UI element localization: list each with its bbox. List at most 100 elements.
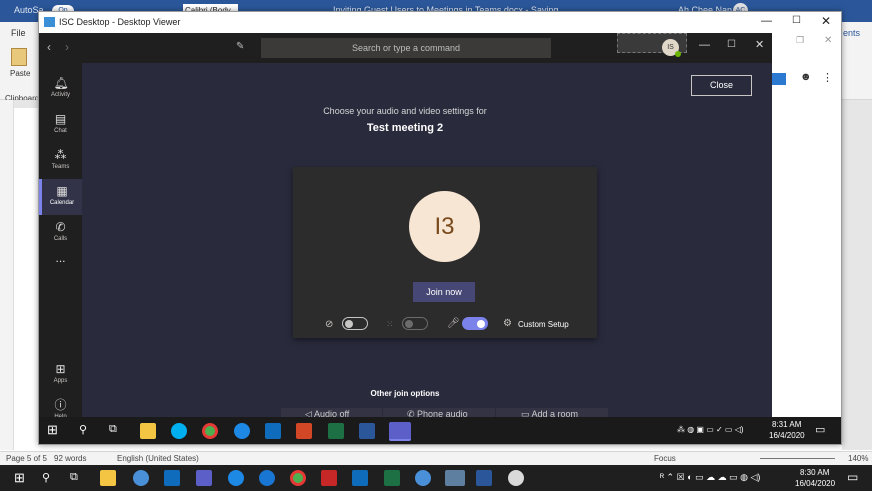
teams-minimize-icon[interactable]: —: [699, 39, 710, 51]
teams-top-bar: ‹ › ✎ Search or type a command IS — ☐ ✕: [39, 33, 841, 63]
app-icon[interactable]: [508, 470, 524, 486]
zoom-slider[interactable]: [760, 458, 835, 459]
search-input[interactable]: Search or type a command: [261, 38, 551, 58]
rail-label: Chat: [54, 128, 67, 134]
rail-activity[interactable]: 🔔︎ Activity: [39, 71, 82, 107]
presence-status-icon: [675, 51, 681, 57]
word-icon[interactable]: [476, 470, 492, 486]
teams-icon[interactable]: [196, 470, 212, 486]
rail-label: Apps: [53, 378, 68, 384]
inner-system-tray-icons[interactable]: ⁂ ◍ ▣ ▭ ✓ ▭ ◁): [677, 425, 744, 434]
skype-icon[interactable]: [171, 423, 187, 439]
teams-maximize-icon[interactable]: ☐: [727, 39, 736, 50]
inner-outlook-icon[interactable]: [265, 423, 281, 439]
inner-teams-icon[interactable]: [389, 422, 411, 441]
outer-taskbar: ⊞ ⚲ ⧉ ᴿ ⌃ ☒ ◐ ▭ ☁ ☁ ▭ ◍ ◁) 8:30 AM 16/04…: [0, 465, 872, 491]
rail-calendar[interactable]: ▦ Calendar: [39, 179, 82, 215]
gear-icon[interactable]: ⚙: [503, 318, 512, 329]
help-icon: ⓘ: [54, 398, 67, 412]
rail-label: Calendar: [49, 200, 75, 206]
zoom-level[interactable]: 140%: [848, 454, 868, 463]
video-preview-panel: I3 Join now ⊘ ⁙ 🎤︎ ⚙ Custom Setup: [293, 167, 597, 338]
file-menu[interactable]: File: [11, 28, 26, 38]
chat-icon: ▤: [54, 112, 67, 126]
inner-clock-date[interactable]: 16/4/2020: [769, 431, 805, 440]
outlook-icon[interactable]: [164, 470, 180, 486]
participant-avatar: I3: [409, 191, 480, 262]
chrome-icon[interactable]: [290, 470, 306, 486]
focus-mode[interactable]: Focus: [654, 454, 676, 463]
inner-clock-time[interactable]: 8:31 AM: [772, 420, 801, 429]
inner-notification-icon[interactable]: ▭: [815, 423, 825, 436]
desktop-viewer-window: ISC Desktop - Desktop Viewer — ☐ ✕ ‹ › ✎…: [38, 11, 842, 445]
edge-legacy-icon-2[interactable]: [415, 470, 431, 486]
system-tray-icons[interactable]: ᴿ ⌃ ☒ ◐ ▭ ☁ ☁ ▭ ◍ ◁): [660, 472, 760, 483]
notification-icon[interactable]: ▭: [847, 470, 858, 484]
inner-ie-icon[interactable]: [234, 423, 250, 439]
viewer-maximize-icon[interactable]: ☐: [792, 15, 801, 26]
language-indicator[interactable]: English (United States): [117, 454, 199, 463]
outer-clock-time[interactable]: 8:30 AM: [800, 468, 829, 477]
inner-excel-icon[interactable]: [328, 423, 344, 439]
windows-start-icon[interactable]: ⊞: [14, 471, 25, 485]
edge-icon[interactable]: [259, 470, 275, 486]
teams-close-icon[interactable]: ✕: [755, 38, 764, 51]
viewer-minimize-icon[interactable]: —: [761, 15, 772, 27]
inner-file-explorer-icon[interactable]: [140, 423, 156, 439]
rail-label: Activity: [50, 92, 70, 98]
microphone-icon: 🎤︎: [447, 318, 460, 329]
desktop-viewer-icon[interactable]: [445, 470, 465, 486]
word-close-icon[interactable]: ✕: [824, 35, 832, 46]
viewer-close-icon[interactable]: ✕: [821, 14, 831, 28]
rail-more[interactable]: ...: [39, 251, 82, 287]
teams-app-rail: 🔔︎ Activity ▤ Chat ⁂ Teams ▦ Calendar ✆ …: [39, 63, 82, 420]
other-join-options-heading: Other join options: [370, 389, 440, 398]
phone-icon: ✆: [55, 220, 66, 234]
comments-button[interactable]: ents: [843, 28, 860, 38]
edge-legacy-icon[interactable]: [133, 470, 149, 486]
join-now-button[interactable]: Join now: [413, 282, 475, 302]
inner-task-view-icon[interactable]: ⧉: [109, 423, 117, 436]
blur-toggle[interactable]: [402, 317, 428, 330]
ie-icon[interactable]: [228, 470, 244, 486]
meeting-title: Test meeting 2: [366, 122, 444, 134]
rail-chat[interactable]: ▤ Chat: [39, 107, 82, 143]
file-explorer-icon[interactable]: [100, 470, 116, 486]
back-icon[interactable]: ‹: [47, 40, 51, 54]
rail-label: Teams: [51, 164, 70, 170]
outlook-icon-2[interactable]: [352, 470, 368, 486]
word-scrollbar[interactable]: [842, 100, 872, 450]
outer-clock-date[interactable]: 16/04/2020: [795, 479, 835, 488]
teams-group-icon: ⁂: [54, 148, 67, 162]
mic-toggle[interactable]: [462, 317, 488, 330]
rail-label: Calls: [53, 236, 68, 242]
inner-word-icon[interactable]: [359, 423, 375, 439]
excel-icon[interactable]: [384, 470, 400, 486]
task-view-icon[interactable]: ⧉: [70, 471, 78, 484]
account-icon[interactable]: ☻: [800, 71, 812, 83]
page-count[interactable]: Page 5 of 5: [6, 454, 47, 463]
grid-icon[interactable]: [772, 73, 786, 85]
bell-icon: 🔔︎: [53, 76, 69, 90]
powerpoint-icon[interactable]: [296, 423, 312, 439]
inner-chrome-icon[interactable]: [202, 423, 218, 439]
inner-taskbar: ⊞ ⚲ ⧉ ⁂ ◍ ▣ ▭ ✓ ▭ ◁) 8:31 AM 16/4/2020 ▭: [39, 417, 841, 444]
forward-icon[interactable]: ›: [65, 40, 69, 54]
search-icon[interactable]: ⚲: [42, 471, 50, 484]
access-icon[interactable]: [321, 470, 337, 486]
rail-calls[interactable]: ✆ Calls: [39, 215, 82, 251]
word-count[interactable]: 92 words: [54, 454, 86, 463]
word-restore-icon[interactable]: ❐: [796, 35, 804, 46]
rail-apps[interactable]: ⊞ Apps: [39, 357, 82, 393]
close-button[interactable]: Close: [691, 75, 752, 96]
word-right-panel: ☻ ⋮ ✕ ❐: [772, 33, 841, 417]
custom-setup-link[interactable]: Custom Setup: [518, 320, 569, 329]
video-toggle[interactable]: [342, 317, 368, 330]
paste-icon[interactable]: [11, 48, 27, 66]
rail-teams[interactable]: ⁂ Teams: [39, 143, 82, 179]
compose-icon[interactable]: ✎: [236, 41, 244, 52]
inner-start-icon[interactable]: ⊞: [47, 422, 58, 438]
inner-search-icon[interactable]: ⚲: [79, 423, 87, 436]
more-options-icon[interactable]: ⋮: [822, 71, 833, 84]
apps-icon: ⊞: [55, 362, 66, 376]
